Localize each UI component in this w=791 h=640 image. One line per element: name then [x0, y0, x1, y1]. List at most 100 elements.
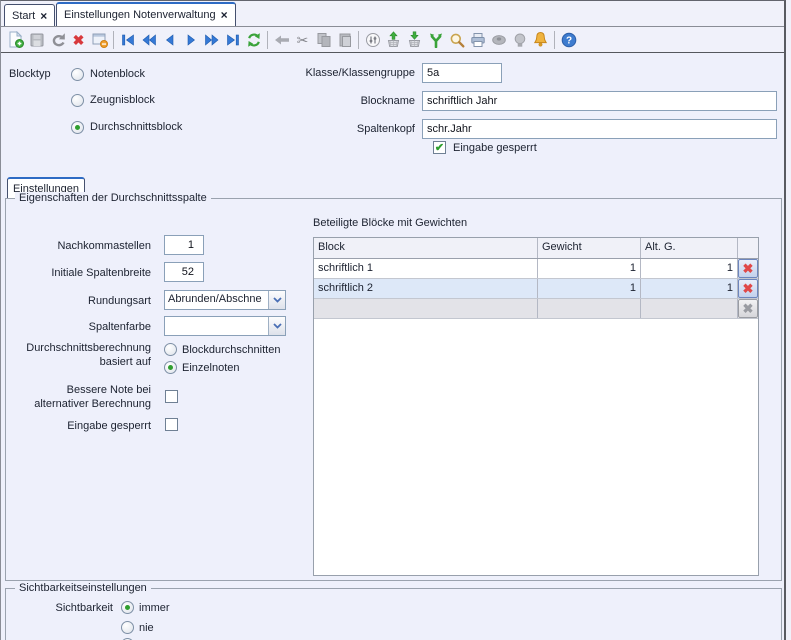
undo-icon[interactable]	[47, 30, 68, 50]
spaltenkopf-input[interactable]	[422, 119, 777, 139]
form-delete-icon[interactable]	[89, 30, 110, 50]
previous-record-icon[interactable]	[159, 30, 180, 50]
delete-row-button[interactable]: ✖	[738, 259, 758, 278]
spaltenkopf-label: Spaltenkopf	[291, 123, 415, 135]
table-row[interactable]: schriftlich 1 1 1 ✖	[314, 259, 758, 279]
print-icon[interactable]	[467, 30, 488, 50]
toolbar-separator	[358, 31, 359, 49]
tab-start[interactable]: Start ×	[4, 4, 55, 26]
cell-gewicht[interactable]: 1	[538, 259, 641, 278]
options-icon[interactable]	[362, 30, 383, 50]
radio-einzelnoten-label: Einzelnoten	[182, 362, 240, 374]
cell-gewicht[interactable]: 1	[538, 279, 641, 298]
radio-notenblock-label: Notenblock	[90, 68, 145, 80]
cut-icon[interactable]: ✂	[292, 30, 313, 50]
delete-row-button-disabled: ✖	[738, 299, 758, 318]
bessere-note-label: Bessere Note bei alternativer Berechnung	[1, 383, 151, 411]
col-header-block[interactable]: Block	[314, 238, 538, 258]
nachkommastellen-input[interactable]	[164, 235, 204, 255]
cell-alt-g[interactable]: 1	[641, 279, 738, 298]
next-record-icon[interactable]	[180, 30, 201, 50]
rundungsart-value: Abrunden/Abschne	[165, 291, 268, 309]
tab-einstellungen-notenverwaltung[interactable]: Einstellungen Notenverwaltung ×	[56, 2, 236, 26]
main-panel: Start × Einstellungen Notenverwaltung × …	[0, 0, 786, 640]
fast-backward-icon[interactable]	[138, 30, 159, 50]
fast-forward-icon[interactable]	[201, 30, 222, 50]
beteiligte-table: Block Gewicht Alt. G. schriftlich 1 1 1 …	[313, 237, 759, 576]
klasse-input[interactable]	[422, 63, 502, 83]
blockname-input[interactable]	[422, 91, 777, 111]
blockname-label: Blockname	[291, 95, 415, 107]
radio-zeugnisblock-label: Zeugnisblock	[90, 94, 155, 106]
cell-alt-g[interactable]: 1	[641, 259, 738, 278]
tab-bar: Start × Einstellungen Notenverwaltung ×	[1, 1, 784, 27]
toolbar-separator	[267, 31, 268, 49]
svg-text:?: ?	[565, 35, 571, 46]
table-header-row: Block Gewicht Alt. G.	[314, 238, 758, 259]
delete-record-icon[interactable]: ✖	[68, 30, 89, 50]
table-row[interactable]: schriftlich 2 1 1 ✖	[314, 279, 758, 299]
rundungsart-label: Rundungsart	[11, 295, 151, 307]
berechnung-label: Durchschnittsberechnung basiert auf	[1, 341, 151, 369]
spaltenfarbe-value	[165, 317, 268, 335]
bessere-note-checkbox[interactable]	[165, 390, 178, 403]
refresh-icon[interactable]	[243, 30, 264, 50]
app-window: Start × Einstellungen Notenverwaltung × …	[0, 0, 791, 640]
radio-nie[interactable]	[121, 621, 134, 634]
last-record-icon[interactable]	[222, 30, 243, 50]
nachkommastellen-label: Nachkommastellen	[11, 240, 151, 252]
delete-row-button[interactable]: ✖	[738, 279, 758, 298]
toolbar-separator	[113, 31, 114, 49]
toolbar: ✖ ✂ ?	[1, 27, 784, 53]
tab-main-label: Einstellungen Notenverwaltung	[64, 9, 216, 21]
export-icon[interactable]	[383, 30, 404, 50]
spaltenfarbe-dropdown[interactable]	[164, 316, 286, 336]
help-icon[interactable]: ?	[558, 30, 579, 50]
rundungsart-dropdown[interactable]: Abrunden/Abschne	[164, 290, 286, 310]
sichtbarkeit-label: Sichtbarkeit	[11, 602, 113, 614]
radio-zeugnisblock[interactable]	[71, 94, 84, 107]
radio-durchschnittsblock[interactable]	[71, 121, 84, 134]
chevron-down-icon[interactable]	[268, 291, 285, 309]
col-header-gewicht[interactable]: Gewicht	[538, 238, 641, 258]
bell-icon[interactable]	[530, 30, 551, 50]
eigenschaften-title: Eigenschaften der Durchschnittsspalte	[15, 192, 211, 204]
spaltenbreite-input[interactable]	[164, 262, 204, 282]
paste-icon[interactable]	[334, 30, 355, 50]
bulb-icon[interactable]	[509, 30, 530, 50]
radio-einzelnoten[interactable]	[164, 361, 177, 374]
col-header-alt-g[interactable]: Alt. G.	[641, 238, 738, 258]
cell-block[interactable]: schriftlich 1	[314, 259, 538, 278]
toolbar-separator	[554, 31, 555, 49]
radio-blockdurchschnitten-label: Blockdurchschnitten	[182, 344, 280, 356]
save-icon[interactable]	[26, 30, 47, 50]
col-header-actions	[738, 238, 758, 258]
cell-block[interactable]: schriftlich 2	[314, 279, 538, 298]
merge-icon[interactable]	[425, 30, 446, 50]
sichtbarkeit-title: Sichtbarkeitseinstellungen	[15, 582, 151, 594]
back-arrow-icon[interactable]	[271, 30, 292, 50]
radio-immer[interactable]	[121, 601, 134, 614]
eingabe-gesperrt-top-label: Eingabe gesperrt	[453, 142, 537, 154]
blocktyp-label: Blocktyp	[9, 68, 51, 80]
search-icon[interactable]	[446, 30, 467, 50]
beteiligte-caption: Beteiligte Blöcke mit Gewichten	[313, 217, 467, 229]
radio-durchschnittsblock-label: Durchschnittsblock	[90, 121, 182, 133]
eingabe-gesperrt-checkbox[interactable]	[165, 418, 178, 431]
eingabe-gesperrt-label: Eingabe gesperrt	[11, 420, 151, 432]
copy-icon[interactable]	[313, 30, 334, 50]
close-icon[interactable]: ×	[221, 10, 228, 20]
chevron-down-icon[interactable]	[268, 317, 285, 335]
klasse-label: Klasse/Klassengruppe	[291, 67, 415, 79]
radio-blockdurchschnitten[interactable]	[164, 343, 177, 356]
radio-immer-label: immer	[139, 602, 170, 614]
import-icon[interactable]	[404, 30, 425, 50]
eingabe-gesperrt-top-checkbox[interactable]	[433, 141, 446, 154]
new-record-icon[interactable]	[5, 30, 26, 50]
first-record-icon[interactable]	[117, 30, 138, 50]
eye-icon[interactable]	[488, 30, 509, 50]
radio-notenblock[interactable]	[71, 68, 84, 81]
table-row-empty[interactable]: ✖	[314, 299, 758, 319]
radio-nie-label: nie	[139, 622, 154, 634]
close-icon[interactable]: ×	[40, 11, 47, 21]
